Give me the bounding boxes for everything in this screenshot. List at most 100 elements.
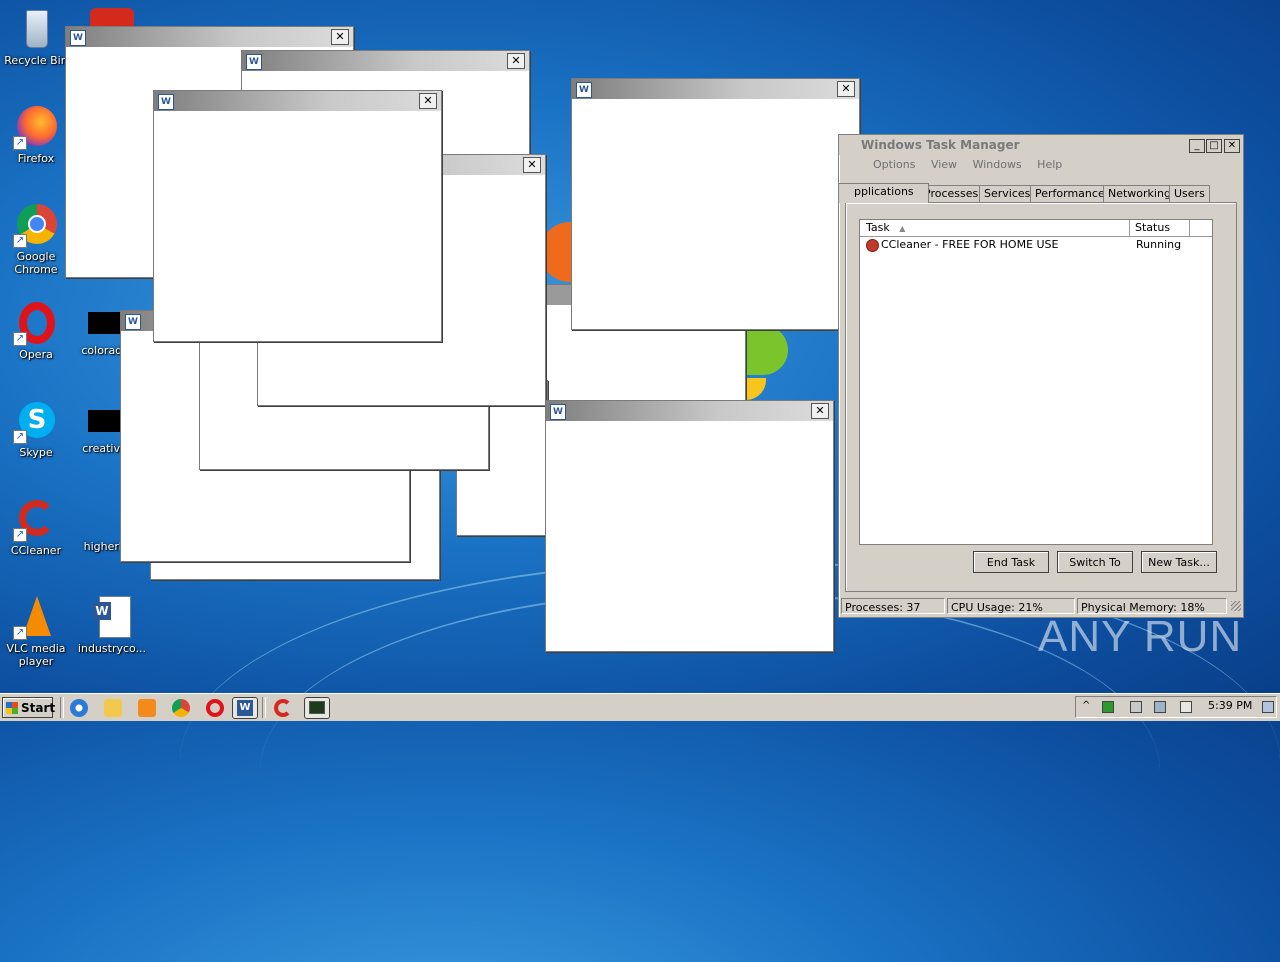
- desktop-icon-label: VLC media player: [6, 642, 66, 668]
- minimize-button[interactable]: _: [1189, 139, 1205, 153]
- word-icon: W: [70, 30, 86, 46]
- windows-logo-icon: [6, 702, 18, 714]
- word-document-icon: W: [89, 594, 135, 640]
- window-title-bar[interactable]: W ✕: [242, 51, 529, 71]
- task-name: CCleaner - FREE FOR HOME USE: [881, 238, 1059, 251]
- shortcut-arrow-icon: ↗: [13, 528, 27, 542]
- column-label: Task: [866, 221, 890, 234]
- menu-windows[interactable]: Windows: [973, 158, 1022, 171]
- tab-users[interactable]: Users: [1169, 185, 1210, 202]
- internet-explorer-icon[interactable]: [70, 699, 88, 717]
- column-header-task[interactable]: Task ▲: [860, 220, 1130, 236]
- desktop-icon-label: Opera: [19, 348, 53, 361]
- ccleaner-icon: [866, 239, 879, 252]
- desktop-icon-label: Google Chrome: [14, 250, 58, 276]
- close-button[interactable]: ✕: [331, 29, 349, 45]
- chrome-icon[interactable]: [172, 699, 190, 717]
- recycle-bin-icon: [13, 6, 59, 52]
- skype-icon: S ↗: [13, 398, 59, 444]
- tab-services[interactable]: Services: [979, 185, 1036, 202]
- wallpaper-logo-part: [744, 378, 766, 400]
- taskbar-separator: [60, 697, 64, 718]
- desktop-icon-label: CCleaner: [10, 544, 62, 557]
- network-activity-icon[interactable]: [1102, 701, 1114, 713]
- start-button[interactable]: Start: [2, 697, 56, 718]
- task-list-header: Task ▲ Status: [860, 220, 1212, 237]
- volume-icon[interactable]: [1130, 701, 1142, 713]
- taskbar-word-button[interactable]: W: [232, 697, 258, 719]
- task-manager-title-bar[interactable]: Windows Task Manager _ □ ✕: [839, 135, 1243, 155]
- taskbar-task-manager-button[interactable]: [304, 697, 330, 719]
- desktop-icon-label: Firefox: [17, 152, 55, 165]
- shortcut-arrow-icon: ↗: [13, 136, 27, 150]
- ccleaner-icon: ↗: [13, 496, 59, 542]
- menu-view[interactable]: View: [931, 158, 957, 171]
- tab-networking[interactable]: Networking: [1103, 185, 1176, 202]
- close-button[interactable]: ✕: [811, 403, 829, 419]
- taskbar-separator: [262, 697, 266, 718]
- opera-icon[interactable]: [206, 699, 224, 717]
- desktop-icon-label: industryco...: [77, 642, 147, 655]
- shortcut-arrow-icon: ↗: [13, 332, 27, 346]
- close-button[interactable]: ✕: [419, 93, 437, 109]
- word-icon: W: [237, 700, 253, 716]
- window-title-bar[interactable]: W ✕: [154, 91, 441, 111]
- wallpaper-logo-part: [744, 325, 788, 375]
- blank-popup-window[interactable]: W ✕: [153, 90, 442, 342]
- close-button[interactable]: ✕: [837, 81, 855, 97]
- desktop-icon-vlc[interactable]: ↗ VLC media player: [0, 594, 72, 668]
- desktop-icon-firefox[interactable]: ↗ Firefox: [0, 104, 72, 165]
- tab-applications[interactable]: pplications: [839, 183, 929, 203]
- resize-grip-icon[interactable]: [1231, 601, 1241, 611]
- file-explorer-icon[interactable]: [104, 699, 122, 717]
- end-task-button[interactable]: End Task: [973, 551, 1049, 573]
- action-center-flag-icon[interactable]: [1180, 701, 1192, 713]
- window-title: Windows Task Manager: [861, 138, 1020, 152]
- desktop-icon-opera[interactable]: ↗ Opera: [0, 300, 72, 361]
- close-button[interactable]: ✕: [523, 157, 541, 173]
- show-desktop-icon[interactable]: [1262, 701, 1274, 713]
- new-task-button[interactable]: New Task...: [1141, 551, 1217, 573]
- close-button[interactable]: ✕: [507, 53, 525, 69]
- window-title-bar[interactable]: W ✕: [546, 401, 833, 421]
- tab-performance[interactable]: Performance: [1030, 185, 1110, 202]
- word-icon: W: [125, 314, 141, 330]
- desktop-icon-ccleaner[interactable]: ↗ CCleaner: [0, 496, 72, 557]
- shortcut-arrow-icon: ↗: [13, 430, 27, 444]
- media-player-icon[interactable]: [138, 699, 156, 717]
- desktop-icon-industryco[interactable]: W industryco...: [76, 594, 148, 655]
- column-header-status[interactable]: Status: [1130, 220, 1190, 236]
- chrome-icon: ↗: [13, 202, 59, 248]
- desktop-icon-skype[interactable]: S ↗ Skype: [0, 398, 72, 459]
- show-hidden-icons-button[interactable]: ^: [1082, 700, 1090, 711]
- start-label: Start: [21, 701, 56, 715]
- desktop-icon-recycle-bin[interactable]: Recycle Bin: [0, 6, 72, 67]
- blank-popup-window[interactable]: W ✕: [545, 400, 834, 652]
- word-icon: W: [246, 54, 262, 70]
- desktop-icon-label: Recycle Bin: [4, 54, 68, 67]
- blank-popup-window[interactable]: W ✕: [571, 78, 860, 330]
- clock[interactable]: 5:39 PM: [1208, 699, 1252, 712]
- network-icon[interactable]: [1154, 701, 1166, 713]
- maximize-button[interactable]: □: [1206, 139, 1222, 153]
- switch-to-button[interactable]: Switch To: [1057, 551, 1133, 573]
- vlc-icon: ↗: [13, 594, 59, 640]
- task-manager-window[interactable]: Windows Task Manager _ □ ✕ Options View …: [838, 134, 1244, 618]
- sort-arrow-icon: ▲: [899, 224, 906, 233]
- task-list[interactable]: Task ▲ Status CCleaner - FREE FOR HOME U…: [859, 219, 1213, 545]
- desktop-icon-chrome[interactable]: ↗ Google Chrome: [0, 202, 72, 276]
- window-title-bar[interactable]: W ✕: [66, 27, 353, 47]
- ccleaner-icon[interactable]: [274, 699, 292, 717]
- word-icon: W: [576, 82, 592, 98]
- task-manager-icon: [309, 701, 325, 714]
- task-status: Running: [1136, 238, 1182, 251]
- shortcut-arrow-icon: ↗: [13, 234, 27, 248]
- window-title-bar[interactable]: W ✕: [572, 79, 859, 99]
- table-row[interactable]: CCleaner - FREE FOR HOME USE Running: [860, 237, 1212, 253]
- shortcut-arrow-icon: ↗: [13, 626, 27, 640]
- menu-options[interactable]: Options: [873, 158, 915, 171]
- partial-desktop-icon: [90, 8, 134, 28]
- close-button[interactable]: ✕: [1224, 139, 1240, 153]
- taskbar: Start W ^ 5:39 PM: [0, 693, 1280, 721]
- menu-help[interactable]: Help: [1037, 158, 1062, 171]
